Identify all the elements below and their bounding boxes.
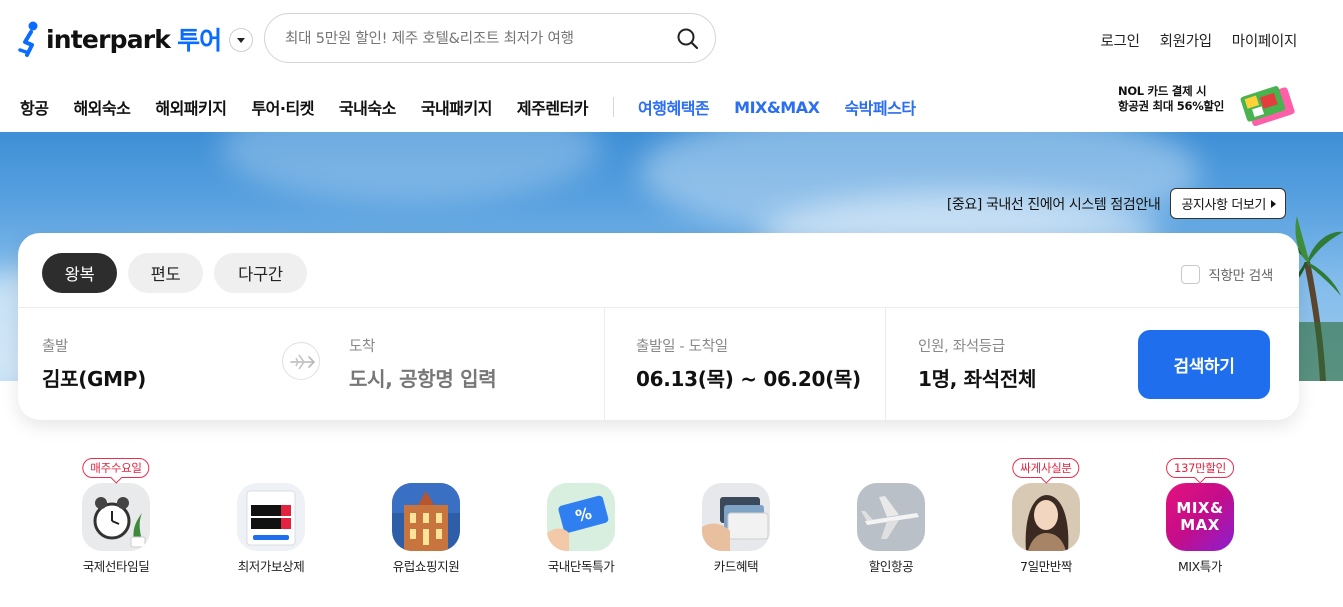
quick-item-timedeal[interactable]: 매주수요일 국제선타임딜 — [41, 455, 191, 585]
lowest-price-poster-icon — [237, 483, 305, 551]
field-divider — [885, 308, 886, 420]
departure-value: 김포(GMP) — [42, 367, 146, 391]
nav-item-travel-benefits[interactable]: 여행혜택존 — [638, 95, 710, 119]
quick-item-domestic-special[interactable]: % 국내단독특가 — [506, 455, 656, 585]
nav-item-domestic-packages[interactable]: 국내패키지 — [421, 95, 493, 119]
quick-item-mix-special[interactable]: 137만할인 MIX&MAX MIX특가 — [1125, 455, 1275, 585]
mypage-link[interactable]: 마이페이지 — [1232, 30, 1298, 51]
quick-item-label: 할인항공 — [868, 559, 914, 574]
europe-building-icon — [392, 483, 460, 551]
search-flights-button[interactable]: 검색하기 — [1138, 330, 1270, 399]
tab-one-way[interactable]: 편도 — [128, 253, 203, 293]
site-header: interpark 투어 로그인 회원가입 마이페이지 항공 해외숙소 해외패키… — [0, 0, 1343, 132]
quick-item-europe-shopping[interactable]: 유럽쇼핑지원 — [351, 455, 501, 585]
logo-text: interpark — [46, 24, 171, 54]
passengers-value: 1명, 좌석전체 — [918, 367, 1037, 391]
logo-sub-text: 투어 — [177, 26, 222, 55]
mix-max-logo-text: MIX&MAX — [1176, 499, 1224, 534]
alarm-clock-icon — [82, 483, 150, 551]
nav-item-jeju-rentcar[interactable]: 제주렌터카 — [517, 95, 589, 119]
notice-bar: [중요] 국내선 진에어 시스템 점검안내 공지사항 더보기 — [947, 188, 1286, 219]
chevron-down-icon[interactable] — [229, 28, 254, 52]
interpark-tour-logo[interactable]: interpark 투어 — [18, 20, 254, 58]
credit-card-icon — [702, 483, 770, 551]
quick-item-lowest-price[interactable]: 최저가보상제 — [196, 455, 346, 585]
date-range-field[interactable]: 출발일 - 도착일 06.13(목) ~ 06.20(목) — [636, 308, 886, 420]
search-icon[interactable] — [675, 26, 701, 52]
arrival-field[interactable]: 도착 도시, 공항명 입력 — [349, 308, 599, 420]
quick-item-label: 유럽쇼핑지원 — [392, 559, 460, 574]
promo-card-image[interactable] — [1234, 84, 1298, 130]
nav-divider — [613, 97, 615, 117]
utility-nav: 로그인 회원가입 마이페이지 — [1101, 30, 1298, 51]
runner-logo-icon — [18, 21, 42, 57]
quick-item-badge: 싸게사실분 — [1012, 458, 1080, 478]
quick-menu: 매주수요일 국제선타임딜 최저가보상제 유럽쇼핑지원 % 국내단독특가 카드혜택… — [0, 455, 1343, 607]
signup-link[interactable]: 회원가입 — [1160, 30, 1212, 51]
quick-item-badge: 137만할인 — [1166, 458, 1234, 478]
quick-item-label: 국제선타임딜 — [82, 559, 150, 574]
direct-only-checkbox[interactable] — [1181, 264, 1201, 284]
person-photo-icon — [1012, 483, 1080, 551]
mix-max-logo-icon: MIX&MAX — [1166, 483, 1234, 551]
passengers-label: 인원, 좌석등급 — [918, 339, 1005, 355]
departure-label: 출발 — [42, 339, 69, 355]
caret-right-icon — [1271, 199, 1276, 208]
quick-item-label: 카드혜택 — [713, 559, 759, 574]
cloud-decoration — [220, 132, 600, 202]
tab-multi-city[interactable]: 다구간 — [214, 253, 307, 293]
quick-item-7day-flash[interactable]: 싸게사실분 7일만반짝 — [971, 455, 1121, 585]
trip-type-tabs: 왕복 편도 다구간 — [42, 253, 307, 293]
airplane-swap-icon — [290, 354, 316, 370]
nav-item-flights[interactable]: 항공 — [20, 95, 49, 119]
quick-item-label: 최저가보상제 — [237, 559, 305, 574]
quick-item-discount-flights[interactable]: 할인항공 — [816, 455, 966, 585]
promo-line-2: 항공권 최대 56%할인 — [1118, 99, 1224, 113]
tab-round-trip[interactable]: 왕복 — [42, 253, 117, 293]
field-divider — [604, 308, 605, 420]
notice-more-label: 공지사항 더보기 — [1181, 198, 1266, 213]
notice-more-button[interactable]: 공지사항 더보기 — [1170, 188, 1286, 219]
airplane-icon — [857, 483, 925, 551]
nav-item-stay-festa[interactable]: 숙박페스타 — [844, 95, 916, 119]
swap-airports-button[interactable] — [282, 342, 320, 380]
nav-item-domestic-hotels[interactable]: 국내숙소 — [339, 95, 396, 119]
passengers-field[interactable]: 인원, 좌석등급 1명, 좌석전체 — [918, 308, 1118, 420]
direct-only-label: 직항만 검색 — [1208, 268, 1273, 284]
notice-text[interactable]: [중요] 국내선 진에어 시스템 점검안내 — [947, 194, 1161, 214]
arrival-placeholder: 도시, 공항명 입력 — [349, 367, 497, 391]
arrival-label: 도착 — [349, 339, 376, 355]
nav-item-overseas-packages[interactable]: 해외패키지 — [155, 95, 227, 119]
main-nav: 항공 해외숙소 해외패키지 투어·티켓 국내숙소 국내패키지 제주렌터카 여행혜… — [20, 95, 941, 119]
quick-item-badge: 매주수요일 — [82, 458, 150, 478]
quick-item-label: MIX특가 — [1177, 559, 1223, 574]
date-range-value: 06.13(목) ~ 06.20(목) — [636, 367, 861, 391]
nav-item-overseas-hotels[interactable]: 해외숙소 — [73, 95, 130, 119]
search-bar — [264, 13, 716, 63]
quick-item-label: 국내단독특가 — [547, 559, 615, 574]
departure-field[interactable]: 출발 김포(GMP) — [42, 308, 272, 420]
nav-item-mix-max[interactable]: MIX&MAX — [734, 98, 820, 117]
card-promo-text[interactable]: NOL 카드 결제 시 항공권 최대 56%할인 — [1118, 84, 1224, 114]
nav-item-tours-tickets[interactable]: 투어·티켓 — [251, 95, 314, 119]
quick-item-label: 7일만반짝 — [1020, 559, 1072, 574]
login-link[interactable]: 로그인 — [1101, 30, 1140, 51]
promo-line-1: NOL 카드 결제 시 — [1118, 84, 1207, 98]
percent-ticket-icon: % — [547, 483, 615, 551]
quick-item-card-benefits[interactable]: 카드혜택 — [661, 455, 811, 585]
direct-only-toggle[interactable]: 직항만 검색 — [1181, 264, 1273, 284]
flight-search-card: 왕복 편도 다구간 직항만 검색 출발 김포(GMP) 도착 도시, 공항명 입… — [18, 233, 1299, 420]
search-input[interactable] — [285, 26, 665, 52]
date-range-label: 출발일 - 도착일 — [636, 339, 728, 355]
